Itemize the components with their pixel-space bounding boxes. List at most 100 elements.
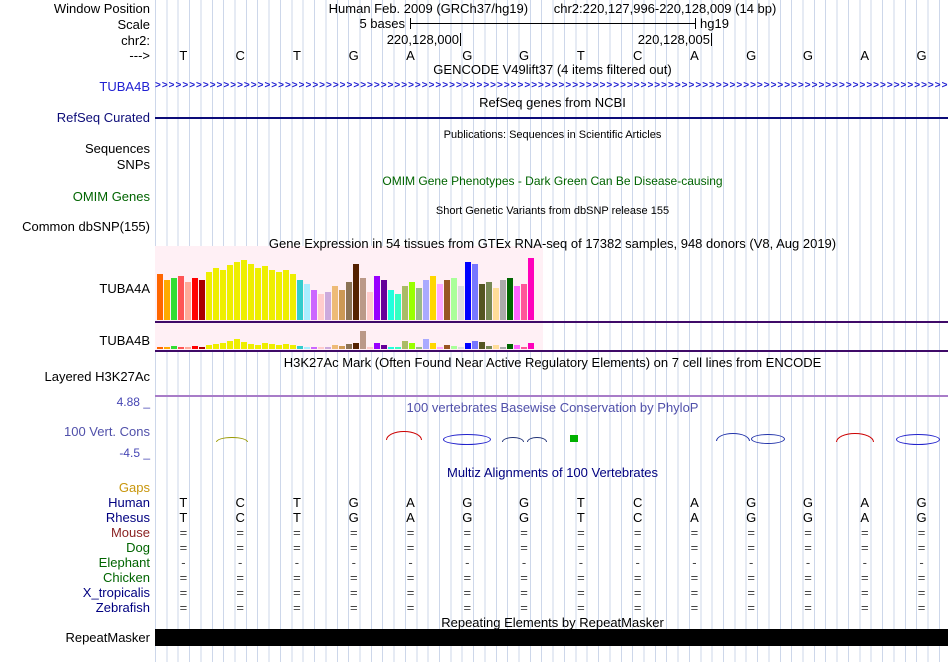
refseq-gene-line[interactable] (155, 117, 948, 119)
gtex-bar (346, 344, 352, 349)
multiz-cells: = = = = = = = = = = = = = = (155, 570, 950, 585)
multiz-species-label[interactable]: Zebrafish (0, 600, 150, 615)
alignment-cell: = (860, 525, 869, 540)
alignment-cell: = (406, 570, 415, 585)
repeatmasker-title[interactable]: Repeating Elements by RepeatMasker (155, 615, 950, 630)
omim-genes-label[interactable]: OMIM Genes (0, 189, 150, 204)
base-letter: C (235, 48, 245, 63)
gtex-bar (423, 280, 429, 320)
gtex-tuba4a-bars[interactable] (157, 250, 537, 320)
alignment-cell: C (632, 495, 643, 510)
alignment-cell: = (179, 600, 188, 615)
gtex-bar (276, 345, 282, 349)
alignment-cell: = (747, 540, 755, 555)
alignment-cell: = (860, 540, 869, 555)
alignment-cell: = (860, 585, 869, 600)
alignment-cell: - (862, 555, 867, 570)
alignment-cell: = (690, 525, 699, 540)
sequences-track-label[interactable]: Sequences (0, 141, 150, 156)
multiz-species-label[interactable]: Dog (0, 540, 150, 555)
gtex-tuba4a-baseline (155, 321, 948, 323)
sequence-row: TCTGAGGTCAGGAG (155, 48, 950, 63)
refseq-title[interactable]: RefSeq genes from NCBI (155, 95, 950, 110)
multiz-cells: = = = = = = = = = = = = = = (155, 540, 950, 555)
gtex-bar (451, 278, 457, 320)
phylop-label[interactable]: 100 Vert. Cons (0, 424, 150, 439)
multiz-species-label[interactable]: Mouse (0, 525, 150, 540)
repeatmasker-bar[interactable] (155, 629, 948, 646)
conservation-mark (751, 434, 785, 444)
gtex-bar (381, 345, 387, 349)
multiz-row: Zebrafish = = = = = = = = = = = = = = (0, 600, 950, 615)
repeatmasker-label[interactable]: RepeatMasker (0, 630, 150, 645)
multiz-species-label[interactable]: X_tropicalis (0, 585, 150, 600)
gtex-tuba4b-bars[interactable] (157, 326, 537, 349)
alignment-cell: = (690, 600, 699, 615)
gtex-bar (395, 347, 401, 349)
gtex-tuba4a-label[interactable]: TUBA4A (0, 281, 150, 296)
gtex-bar (171, 278, 177, 320)
multiz-cells: = = = = = = = = = = = = = = (155, 525, 950, 540)
multiz-species-label[interactable]: Elephant (0, 555, 150, 570)
gtex-bar (374, 276, 380, 320)
multiz-species-label[interactable]: Chicken (0, 570, 150, 585)
gtex-bar (325, 292, 331, 320)
gtex-bar (451, 346, 457, 349)
alignment-cell: = (747, 585, 755, 600)
publications-title[interactable]: Publications: Sequences in Scientific Ar… (155, 128, 950, 143)
gtex-bar (199, 347, 205, 349)
strand-label: ---> (129, 48, 150, 63)
multiz-species-label[interactable]: Gaps (0, 480, 150, 495)
phylop-max-value: 4.88 _ (116, 395, 150, 409)
h3k27ac-signal-line[interactable] (155, 395, 948, 397)
gtex-bar (500, 347, 506, 349)
omim-title[interactable]: OMIM Gene Phenotypes - Dark Green Can Be… (155, 174, 950, 189)
gtex-title[interactable]: Gene Expression in 54 tissues from GTEx … (155, 236, 950, 251)
alignment-cell: G (746, 495, 757, 510)
alignment-cell: = (577, 600, 585, 615)
gtex-bar (500, 280, 506, 320)
gtex-bar (416, 288, 422, 320)
gtex-tuba4b-label[interactable]: TUBA4B (0, 333, 150, 348)
gencode-title[interactable]: GENCODE V49lift37 (4 items filtered out) (155, 62, 950, 77)
multiz-cells: = = = = = = = = = = = = = = (155, 600, 950, 615)
h3k27ac-title[interactable]: H3K27Ac Mark (Often Found Near Active Re… (155, 355, 950, 370)
base-letter: C (632, 48, 643, 63)
conservation-mark (527, 437, 547, 442)
alignment-cell: = (804, 525, 812, 540)
multiz-row: Gaps (0, 480, 950, 495)
base-letter: G (519, 48, 530, 63)
multiz-cells (155, 480, 950, 495)
gtex-bar (353, 264, 359, 320)
gtex-bar (164, 347, 170, 349)
gtex-bar (241, 342, 247, 349)
alignment-cell: T (292, 495, 301, 510)
gencode-arrow-line[interactable]: >>>>>>>>>>>>>>>>>>>>>>>>>>>>>>>>>>>>>>>>… (155, 80, 948, 92)
gtex-bar (290, 345, 296, 349)
alignment-cell: - (919, 555, 924, 570)
alignment-cell: - (521, 555, 527, 570)
gencode-item-label[interactable]: TUBA4B (0, 79, 150, 94)
gtex-bar (332, 286, 338, 320)
alignment-cell: = (179, 585, 188, 600)
dbsnp-title[interactable]: Short Genetic Variants from dbSNP releas… (155, 204, 950, 219)
h3k27ac-label[interactable]: Layered H3K27Ac (0, 369, 150, 384)
gtex-bar (521, 284, 527, 320)
dbsnp-track-label[interactable]: Common dbSNP(155) (0, 219, 150, 234)
gtex-bar (283, 344, 289, 349)
refseq-curated-label[interactable]: RefSeq Curated (0, 110, 150, 125)
alignment-cell: = (577, 540, 585, 555)
snps-track-label[interactable]: SNPs (0, 157, 150, 172)
multiz-species-label[interactable]: Human (0, 495, 150, 510)
gtex-bar (528, 343, 534, 349)
gtex-bar (262, 266, 268, 320)
phylop-title[interactable]: 100 vertebrates Basewise Conservation by… (155, 400, 950, 415)
multiz-species-label[interactable]: Rhesus (0, 510, 150, 525)
alignment-cell: = (406, 585, 415, 600)
alignment-cell: = (577, 525, 585, 540)
multiz-title[interactable]: Multiz Alignments of 100 Vertebrates (155, 465, 950, 480)
gtex-bar (178, 347, 184, 349)
gtex-bar (269, 344, 275, 349)
base-letter: A (860, 48, 870, 63)
alignment-cell: = (236, 525, 244, 540)
